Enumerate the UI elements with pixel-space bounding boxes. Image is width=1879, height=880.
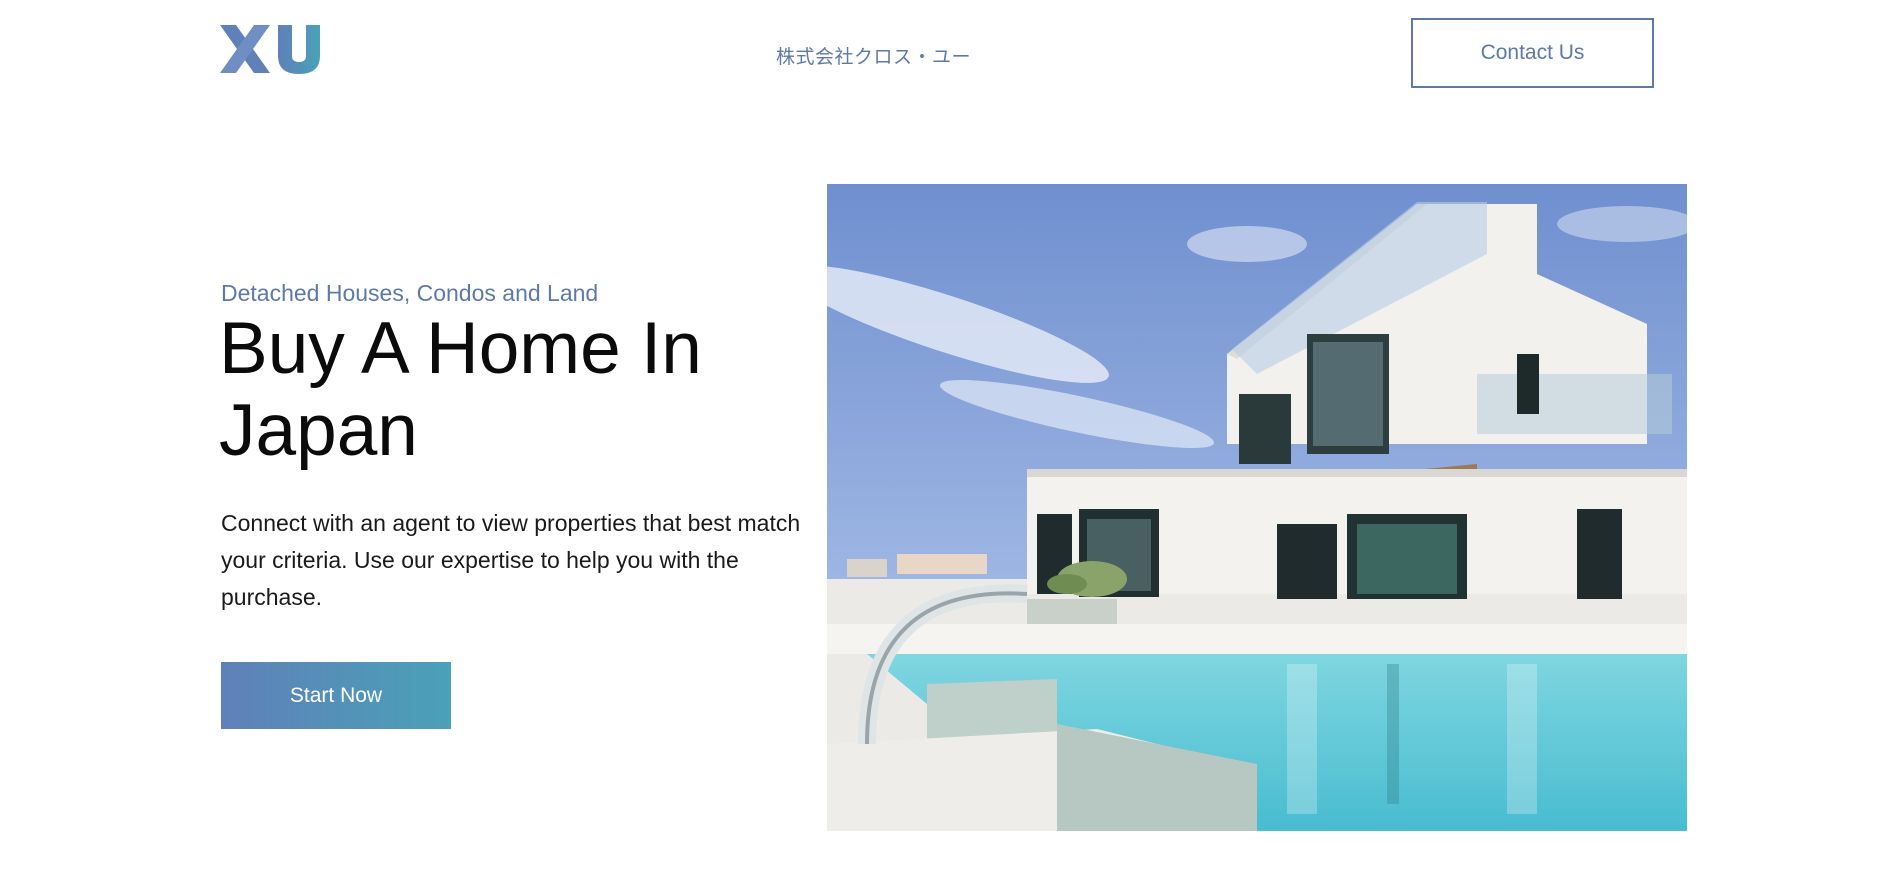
company-name: 株式会社クロス・ユー [776,47,972,68]
contact-us-button[interactable]: Contact Us [1411,18,1654,88]
start-now-button[interactable]: Start Now [221,662,451,729]
logo-mark-icon [220,25,320,74]
hero-description: Connect with an agent to view properties… [221,510,801,610]
hero-title: Buy A Home In Japan [219,308,702,471]
hero-subtitle: Detached Houses, Condos and Land [221,280,599,306]
xu-logo[interactable] [220,22,332,76]
hero-house-image [827,184,1687,831]
